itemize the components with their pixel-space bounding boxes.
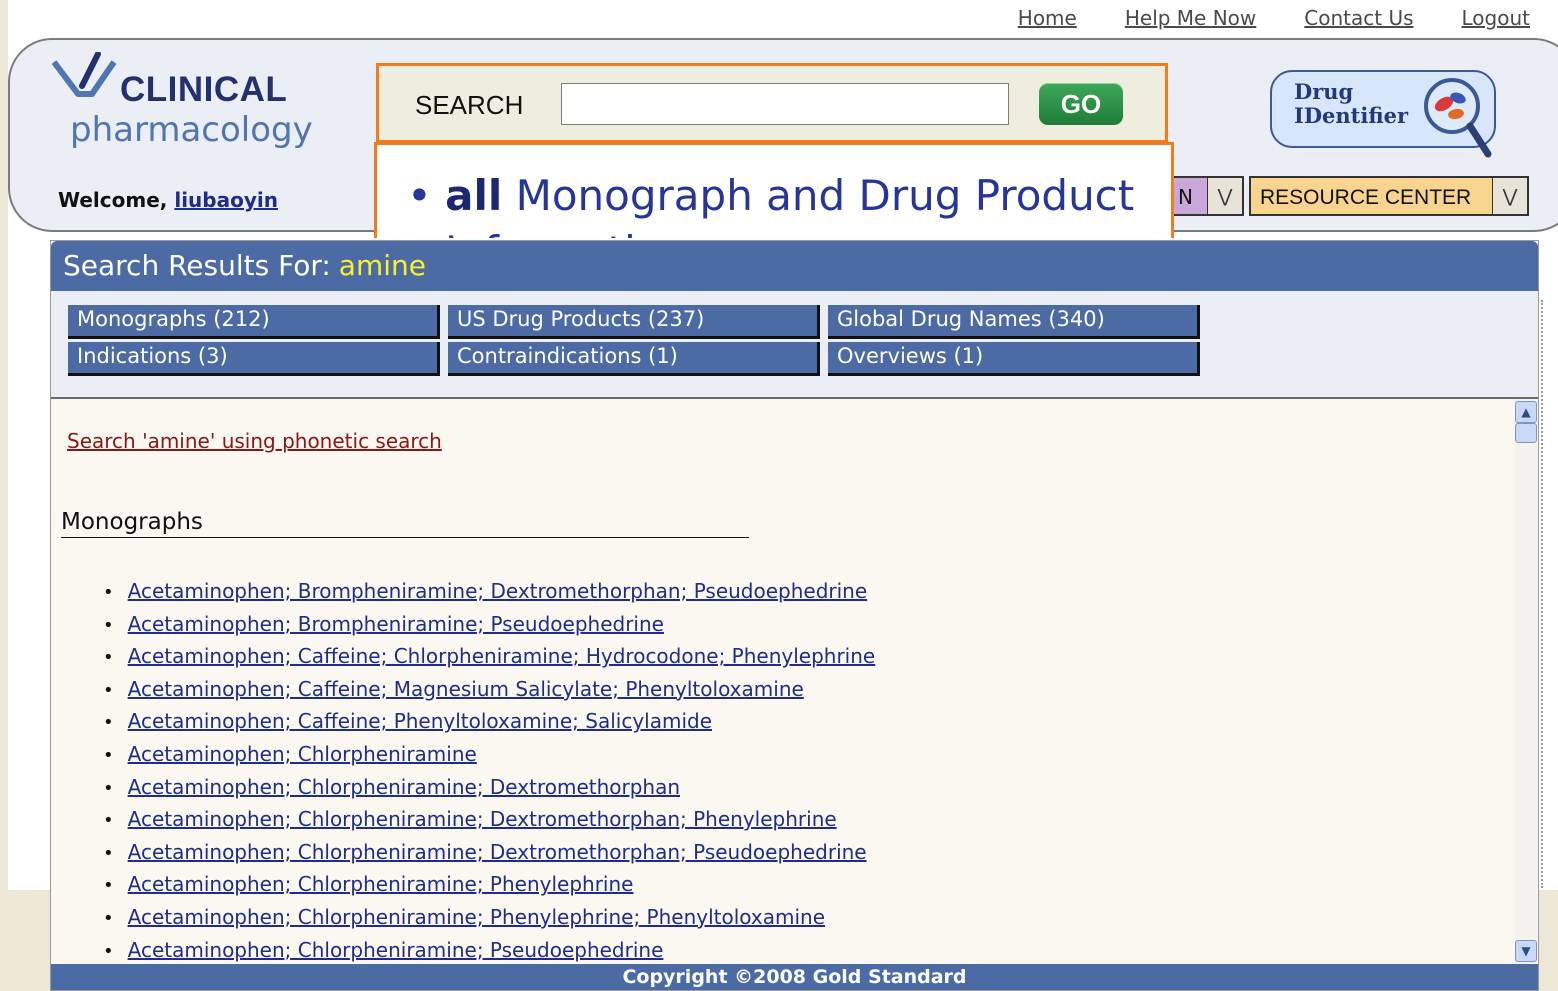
list-item: Acetaminophen; Chlorpheniramine; Pseudoe… (103, 938, 875, 964)
monograph-link[interactable]: Acetaminophen; Caffeine; Chlorpheniramin… (128, 644, 876, 668)
monograph-link[interactable]: Acetaminophen; Chlorpheniramine (128, 742, 477, 766)
clinical-pharmacology-logo[interactable]: CLINICAL pharmacology (52, 52, 313, 162)
scope-bold: all (445, 171, 503, 220)
tab-us-drug-products[interactable]: US Drug Products (237) (448, 305, 820, 339)
logo-line1: CLINICAL (120, 70, 288, 109)
logo-mortar-icon (52, 52, 117, 97)
scroll-thumb[interactable] (1515, 423, 1537, 443)
list-item: Acetaminophen; Chlorpheniramine; Phenyle… (103, 872, 875, 905)
contact-us-link[interactable]: Contact Us (1304, 6, 1413, 30)
tab-monographs[interactable]: Monographs (212) (68, 305, 440, 339)
welcome-text: Welcome, liubaoyin (58, 188, 278, 212)
scroll-up-button[interactable]: ▲ (1515, 401, 1537, 423)
monograph-link[interactable]: Acetaminophen; Chlorpheniramine; Dextrom… (128, 775, 680, 799)
results-title-bar: Search Results For: amine (51, 241, 1538, 291)
monograph-link[interactable]: Acetaminophen; Chlorpheniramine; Dextrom… (128, 840, 867, 864)
header-select-left[interactable]: N ⋁ (1172, 176, 1244, 216)
welcome-prefix: Welcome, (58, 188, 168, 212)
monograph-link[interactable]: Acetaminophen; Chlorpheniramine; Dextrom… (128, 807, 837, 831)
list-item: Acetaminophen; Chlorpheniramine (103, 742, 875, 775)
tab-contraindications[interactable]: Contraindications (1) (448, 342, 820, 376)
list-item: Acetaminophen; Chlorpheniramine; Dextrom… (103, 775, 875, 808)
tab-global-drug-names[interactable]: Global Drug Names (340) (828, 305, 1200, 339)
monograph-link[interactable]: Acetaminophen; Chlorpheniramine; Pseudoe… (128, 938, 664, 962)
search-scope-popup: • all Monograph and Drug Product Informa… (374, 142, 1174, 238)
username-link[interactable]: liubaoyin (174, 188, 278, 212)
list-item: Acetaminophen; Caffeine; Chlorpheniramin… (103, 644, 876, 677)
monograph-link[interactable]: Acetaminophen; Caffeine; Phenyltoloxamin… (128, 709, 712, 733)
drug-identifier-line1: Drug (1294, 79, 1354, 104)
magnifier-pills-icon (1424, 78, 1492, 158)
help-me-now-link[interactable]: Help Me Now (1125, 6, 1256, 30)
list-item: Acetaminophen; Caffeine; Phenyltoloxamin… (103, 709, 875, 742)
list-item: Acetaminophen; Caffeine; Magnesium Salic… (103, 677, 875, 710)
monograph-link[interactable]: Acetaminophen; Caffeine; Magnesium Salic… (128, 677, 804, 701)
home-link[interactable]: Home (1018, 6, 1077, 30)
results-content: Search 'amine' using phonetic search Mon… (51, 399, 1519, 964)
monograph-link[interactable]: Acetaminophen; Brompheniramine; Pseudoep… (128, 612, 664, 636)
header-select-left-value: N (1178, 185, 1193, 209)
results-panel: Search Results For: amine Monographs (212… (50, 240, 1539, 991)
drug-identifier-label: Drug IDentifier (1294, 80, 1408, 128)
dotted-divider (1541, 300, 1543, 888)
search-box: SEARCH GO (376, 63, 1168, 143)
monograph-link[interactable]: Acetaminophen; Chlorpheniramine; Phenyle… (128, 872, 634, 896)
search-term: amine (338, 249, 426, 282)
top-nav: Home Help Me Now Contact Us Logout (1018, 6, 1530, 30)
monograph-link[interactable]: Acetaminophen; Chlorpheniramine; Phenyle… (128, 905, 825, 929)
section-heading-monographs: Monographs (61, 509, 749, 538)
tab-overviews[interactable]: Overviews (1) (828, 342, 1200, 376)
list-item: Acetaminophen; Chlorpheniramine; Phenyle… (103, 905, 875, 938)
chevron-down-icon: ⋁ (1492, 178, 1527, 214)
copyright-footer: Copyright ©2008 Gold Standard (51, 964, 1538, 990)
results-title: Search Results For: amine (63, 249, 426, 282)
drug-identifier-line2: IDentifier (1294, 103, 1409, 128)
scroll-down-button[interactable]: ▼ (1515, 940, 1537, 962)
phonetic-search-link[interactable]: Search 'amine' using phonetic search (67, 429, 442, 453)
resource-center-label: RESOURCE CENTER (1260, 186, 1472, 209)
scope-text: Monograph and Drug Product (515, 171, 1135, 220)
list-item: Acetaminophen; Chlorpheniramine; Dextrom… (103, 840, 875, 873)
logout-link[interactable]: Logout (1462, 6, 1530, 30)
scope-text-line2: Information (445, 227, 688, 238)
chevron-down-icon: ⋁ (1207, 178, 1242, 214)
tab-indications[interactable]: Indications (3) (68, 342, 440, 376)
resource-center-select[interactable]: RESOURCE CENTER ⋁ (1249, 176, 1529, 216)
list-item: Acetaminophen; Brompheniramine; Pseudoep… (103, 612, 875, 645)
go-button[interactable]: GO (1039, 83, 1123, 125)
list-item: Acetaminophen; Chlorpheniramine; Dextrom… (103, 807, 875, 840)
drug-identifier-button[interactable]: Drug IDentifier (1270, 70, 1496, 158)
monograph-link[interactable]: Acetaminophen; Brompheniramine; Dextrome… (128, 579, 868, 603)
search-input[interactable] (561, 83, 1009, 125)
search-label: SEARCH (415, 90, 524, 120)
list-item: Acetaminophen; Brompheniramine; Dextrome… (103, 579, 875, 612)
search-scope-option-all[interactable]: • all Monograph and Drug Product (407, 171, 1134, 220)
result-tabs: Monographs (212) US Drug Products (237) … (51, 291, 1538, 399)
logo-line2: pharmacology (70, 110, 313, 150)
results-title-prefix: Search Results For: (63, 249, 331, 282)
scrollbar[interactable]: ▲ ▼ (1515, 399, 1537, 964)
monograph-list: Acetaminophen; Brompheniramine; Dextrome… (103, 579, 876, 964)
